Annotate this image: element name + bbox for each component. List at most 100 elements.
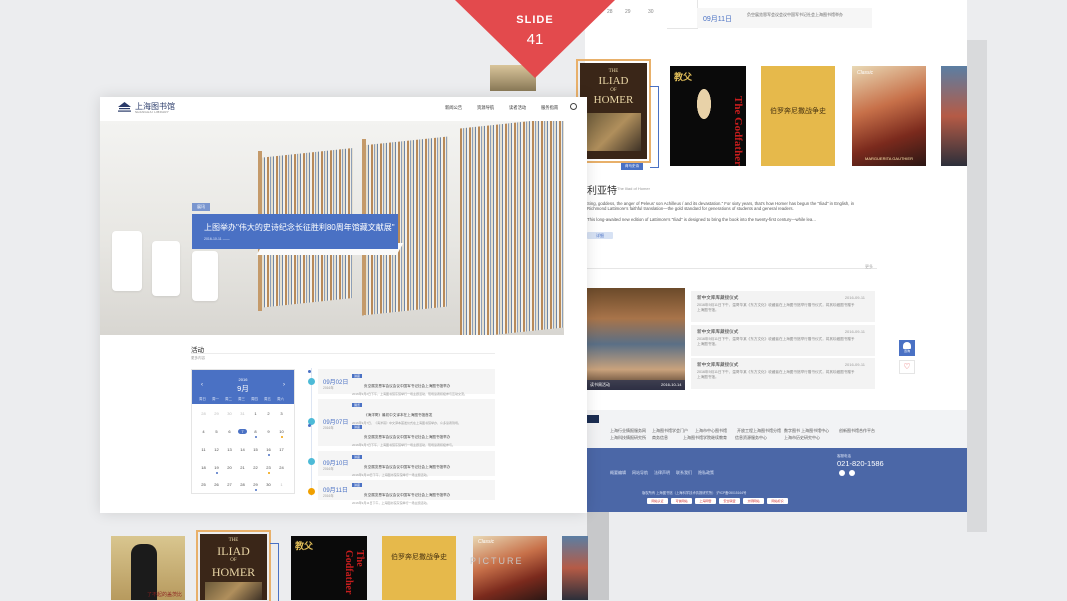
friend-link[interactable]: 创新图书馆合作平台 bbox=[839, 428, 875, 434]
calendar-day[interactable]: 1 bbox=[277, 482, 286, 487]
calendar-day[interactable]: 11 bbox=[199, 447, 208, 452]
friend-link[interactable]: 上海行业情报服务网 bbox=[610, 428, 646, 434]
footer-badge[interactable]: 上海网警 bbox=[695, 498, 716, 504]
book-cover-godfather[interactable]: 教父 The Godfather bbox=[291, 536, 367, 600]
friend-link[interactable]: 上海市中心图书馆 bbox=[695, 428, 727, 434]
calendar-day[interactable]: 31 bbox=[238, 411, 247, 416]
calendar-day[interactable]: 17 bbox=[277, 447, 286, 452]
calendar-day[interactable]: 25 bbox=[199, 482, 208, 487]
calendar-day[interactable]: 24 bbox=[277, 465, 286, 470]
calendar-day[interactable]: 27 bbox=[225, 482, 234, 487]
search-icon[interactable] bbox=[570, 103, 577, 110]
calendar-day[interactable]: 19 bbox=[212, 465, 221, 470]
calendar-day[interactable]: 1 bbox=[251, 411, 260, 416]
event-item[interactable]: 讲座负空展览恩军会议会议中国军书记社会上海图书馆举办 2016年9月7日下午，上… bbox=[352, 425, 492, 447]
event-item[interactable]: 讲座负空展览恩军会议会议中国军书记社会上海图书馆举办 2016年9月10日下午，… bbox=[352, 455, 492, 477]
calendar-day[interactable]: 20 bbox=[225, 465, 234, 470]
nav-item-activities[interactable]: 读者活动 bbox=[509, 105, 526, 111]
calendar-event-dot bbox=[254, 436, 257, 438]
calendar-day[interactable]: 14 bbox=[238, 447, 247, 452]
top-event-card[interactable]: 09月11日 负空展览恩军会议会议中国军书记社会上海图书馆举办 bbox=[697, 8, 872, 28]
news-card[interactable]: 新中文库库藏接仪式 2016-09-11 2016年9月11日下午，温哥华某《东… bbox=[691, 291, 875, 322]
calendar-day[interactable]: 29 bbox=[251, 482, 260, 487]
event-card[interactable]: 09月07日 2016年 展览《海洋哥》最初中文译本在上海图书馆首发 2016年… bbox=[318, 399, 495, 447]
nav-item-resources[interactable]: 资源导航 bbox=[477, 105, 494, 111]
friend-link[interactable]: 上海市历史研究中心 bbox=[784, 435, 820, 441]
book-cover-peloponnesian[interactable]: 伯罗奔尼撒战争史 bbox=[382, 536, 456, 600]
calendar-day[interactable]: 2 bbox=[264, 411, 273, 416]
calendar-day[interactable]: 12 bbox=[212, 447, 221, 452]
footer-nav-link[interactable]: 联系我们 bbox=[676, 470, 692, 476]
news-feature-image[interactable] bbox=[587, 288, 685, 390]
calendar-day[interactable]: 5 bbox=[212, 429, 221, 434]
book-cover-partial[interactable] bbox=[941, 66, 967, 166]
book-cover-marguerita[interactable]: Classic MARGUERITA GAUTHIER bbox=[852, 66, 926, 166]
event-card[interactable]: 09月02日 2016年 讲座负空展览恩军会议会议中国军书记社会上海图书馆举办 … bbox=[318, 369, 495, 396]
calendar-day[interactable]: 30 bbox=[264, 482, 273, 487]
event-item[interactable]: 展览《海洋哥》最初中文译本在上海图书馆首发 2016年9月7日，《海洋哥》中文译… bbox=[352, 403, 492, 425]
hero-date: 2016-10-11 —— bbox=[204, 237, 230, 241]
book-cover-partial[interactable] bbox=[562, 536, 588, 600]
calendar-day[interactable]: 29 bbox=[212, 411, 221, 416]
weibo-icon[interactable] bbox=[839, 470, 845, 476]
calendar-day[interactable]: 15 bbox=[251, 447, 260, 452]
footer-badge[interactable]: 安全联盟 bbox=[719, 498, 740, 504]
friend-link[interactable]: 信息资源服务中心 bbox=[735, 435, 767, 441]
detail-more-button[interactable]: 详细 bbox=[587, 232, 613, 239]
footer-badge[interactable]: 网站标识 bbox=[767, 498, 788, 504]
footer-badge[interactable]: 网站认证 bbox=[647, 498, 668, 504]
calendar-weekday: 周五 bbox=[264, 397, 271, 401]
friend-link[interactable]: 上海图书馆学会门户 bbox=[652, 428, 688, 434]
calendar-day[interactable]: 21 bbox=[238, 465, 247, 470]
calendar-day[interactable]: 28 bbox=[238, 482, 247, 487]
news-card[interactable]: 新中文库库藏接仪式 2016-09-11 2016年9月11日下午，温哥华某《东… bbox=[691, 325, 875, 356]
calendar-day[interactable]: 30 bbox=[225, 411, 234, 416]
calendar-day[interactable]: 7 bbox=[238, 429, 247, 434]
book-cover-peloponnesian[interactable]: 伯罗奔尼撒战争史 bbox=[761, 66, 835, 166]
news-card[interactable]: 新中文库库藏接仪式 2016-09-11 2016年9月11日下午，温哥华某《东… bbox=[691, 358, 875, 389]
calendar-day[interactable]: 8 bbox=[251, 429, 260, 434]
footer-badge[interactable]: 文明网站 bbox=[743, 498, 764, 504]
calendar-day[interactable]: 16 bbox=[264, 447, 273, 452]
calendar-day[interactable]: 26 bbox=[212, 482, 221, 487]
nav-item-news[interactable]: 新闻公告 bbox=[445, 105, 462, 111]
footer-badge[interactable]: 可信网站 bbox=[671, 498, 692, 504]
news-card-title: 新中文库库藏接仪式 bbox=[697, 295, 739, 300]
calendar-day[interactable]: 6 bbox=[225, 429, 234, 434]
calendar-day[interactable]: 4 bbox=[199, 429, 208, 434]
friend-link[interactable]: 上海图书馆学院继续教育 bbox=[683, 435, 727, 441]
activities-more-link[interactable]: 更多内容 bbox=[191, 356, 205, 361]
godfather-title: The Godfather bbox=[343, 550, 365, 595]
event-card[interactable]: 09月11日 2016年 讲座负空展览恩军会议会议中国军书记社会上海图书馆举办 … bbox=[318, 480, 495, 505]
calendar-day[interactable]: 3 bbox=[277, 411, 286, 416]
calendar-day[interactable]: 9 bbox=[264, 429, 273, 434]
calendar-day[interactable]: 13 bbox=[225, 447, 234, 452]
book-cover-godfather[interactable]: 教父 The Godfather bbox=[670, 66, 746, 166]
friend-link[interactable]: 上海科技情报研究所 bbox=[610, 435, 646, 441]
friend-link[interactable]: 开放工程上海图书馆分馆 bbox=[737, 428, 781, 434]
book-cover-marguerita[interactable]: Classic bbox=[473, 536, 547, 600]
calendar-day[interactable]: 10 bbox=[277, 429, 286, 434]
float-consult-button[interactable]: 咨询 bbox=[899, 340, 915, 356]
event-card[interactable]: 09月10日 2016年 讲座负空展览恩军会议会议中国军书记社会上海图书馆举办 … bbox=[318, 451, 495, 477]
friend-link[interactable]: 商务信息 bbox=[652, 435, 668, 441]
picture-watermark: PICTURE bbox=[470, 556, 524, 566]
hero-caption[interactable]: 上图举办"伟大的史诗纪念长征胜利80周年馆藏文献展" 2016-10-11 —— bbox=[192, 214, 398, 249]
book-cover-iliad[interactable]: THE ILIAD OF HOMER bbox=[196, 530, 271, 601]
calendar-day[interactable]: 22 bbox=[251, 465, 260, 470]
book-cover-gatsby[interactable]: 了不起的盖茨比 bbox=[111, 536, 185, 600]
calendar-day[interactable]: 18 bbox=[199, 465, 208, 470]
event-item[interactable]: 讲座负空展览恩军会议会议中国军书记社会上海图书馆举办 2016年9月2日下午，上… bbox=[352, 374, 492, 396]
footer-nav-link[interactable]: 隐私政策 bbox=[698, 470, 714, 476]
heart-icon[interactable]: ♡ bbox=[899, 360, 915, 374]
footer-nav-link[interactable]: 网站导航 bbox=[632, 470, 648, 476]
nav-item-services[interactable]: 服务指南 bbox=[541, 105, 558, 111]
wechat-icon[interactable] bbox=[849, 470, 855, 476]
footer-nav-link[interactable]: 法律声明 bbox=[654, 470, 670, 476]
section-more-link[interactable]: 更多 bbox=[865, 264, 873, 270]
footer-nav-link[interactable]: 概要编辑 bbox=[610, 470, 626, 476]
event-item[interactable]: 讲座负空展览恩军会议会议中国军书记社会上海图书馆举办 2016年9月11日下午，… bbox=[352, 483, 492, 505]
calendar-day[interactable]: 28 bbox=[199, 411, 208, 416]
friend-link[interactable]: 数字图书 上海图书馆中心 bbox=[784, 428, 829, 434]
calendar-day[interactable]: 23 bbox=[264, 465, 273, 470]
